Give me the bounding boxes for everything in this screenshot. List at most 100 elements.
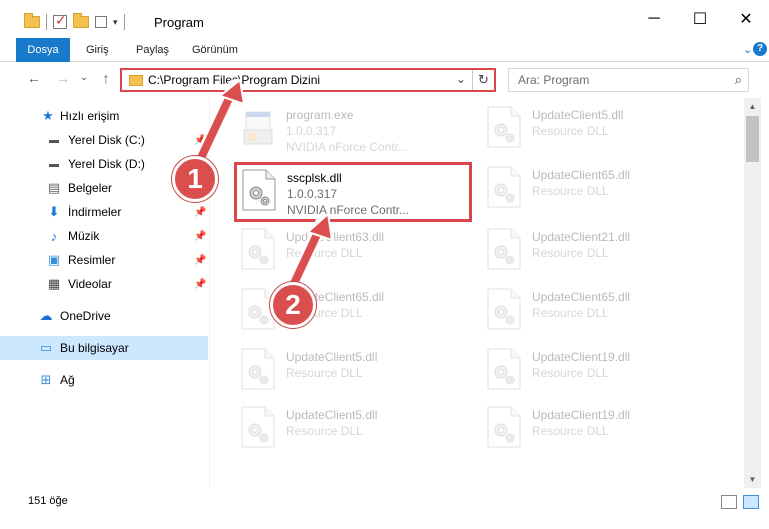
file-description: NVIDIA nForce Contr... bbox=[286, 140, 409, 154]
file-name: UpdateClient21.dll bbox=[532, 230, 631, 244]
quick-access-toolbar: ▾ bbox=[24, 12, 125, 32]
file-item-program-exe[interactable]: program.exe 1.0.0.317 NVIDIA nForce Cont… bbox=[236, 102, 466, 158]
file-item[interactable]: UpdateClient65.dll Resource DLL bbox=[482, 162, 712, 218]
file-item[interactable]: UpdateClient19.dll Resource DLL bbox=[482, 402, 712, 458]
up-button[interactable]: ↑ bbox=[96, 70, 116, 86]
tiles-view-icon[interactable] bbox=[743, 495, 759, 509]
title-bar: ▾ Program ─ ☐ ✕ bbox=[0, 0, 769, 38]
sidebar-item-label: Bu bilgisayar bbox=[60, 341, 129, 355]
sidebar-item-label: Resimler bbox=[68, 253, 116, 267]
sidebar-item-label: Müzik bbox=[68, 229, 100, 243]
file-type: Resource DLL bbox=[532, 124, 609, 138]
dll-file-icon bbox=[486, 228, 522, 270]
close-button[interactable]: ✕ bbox=[723, 0, 769, 38]
toolbar-divider bbox=[123, 14, 125, 30]
file-item[interactable]: UpdateClient19.dll Resource DLL bbox=[482, 344, 712, 400]
search-icon[interactable]: ⌕ bbox=[735, 72, 742, 88]
step-1-badge: 1 bbox=[172, 156, 218, 202]
sidebar-item-music[interactable]: ♪ Müzik 📌 bbox=[0, 224, 208, 248]
file-name: sscplsk.dll bbox=[287, 171, 342, 185]
properties-check-icon[interactable] bbox=[53, 12, 67, 29]
details-view-icon[interactable] bbox=[721, 495, 737, 509]
sidebar-item-local-disk-c[interactable]: ▬ Yerel Disk (C:) 📌 bbox=[0, 128, 208, 152]
sidebar-item-label: Ağ bbox=[60, 373, 75, 387]
refresh-icon[interactable]: ↻ bbox=[472, 70, 494, 90]
file-type: Resource DLL bbox=[286, 366, 363, 380]
file-type: Resource DLL bbox=[532, 246, 609, 260]
pin-icon: 📌 bbox=[194, 134, 207, 146]
sidebar-item-onedrive[interactable]: ☁ OneDrive bbox=[0, 304, 208, 328]
dll-file-icon bbox=[486, 406, 522, 448]
file-type: Resource DLL bbox=[532, 184, 609, 198]
back-button[interactable]: ← bbox=[24, 70, 44, 86]
file-name: UpdateClient5.dll bbox=[286, 350, 378, 364]
file-item[interactable]: UpdateClient63.dll Resource DLL bbox=[236, 224, 466, 280]
tab-paylas[interactable]: Paylaş bbox=[126, 38, 179, 62]
file-version: 1.0.0.317 bbox=[287, 187, 338, 201]
cloud-icon: ☁ bbox=[39, 308, 53, 323]
maximize-button[interactable]: ☐ bbox=[677, 0, 723, 38]
file-name: UpdateClient19.dll bbox=[532, 408, 631, 422]
file-item[interactable]: UpdateClient5.dll Resource DLL bbox=[236, 402, 466, 458]
customize-toolbar-dropdown-icon[interactable]: ▾ bbox=[113, 17, 118, 28]
file-item-sscplsk-dll[interactable]: sscplsk.dll 1.0.0.317 NVIDIA nForce Cont… bbox=[234, 162, 472, 222]
file-item[interactable]: UpdateClient5.dll Resource DLL bbox=[236, 344, 466, 400]
sidebar-item-videos[interactable]: ▦ Videolar 📌 bbox=[0, 272, 208, 296]
scrollbar-thumb[interactable] bbox=[746, 116, 759, 162]
view-switcher bbox=[721, 495, 759, 509]
view-properties-icon[interactable] bbox=[95, 16, 107, 28]
address-bar[interactable]: C:\Program Files\Program Dizini ⌄ ↻ bbox=[120, 68, 496, 92]
file-item[interactable]: UpdateClient65.dll Resource DLL bbox=[482, 284, 712, 340]
tab-gorunum[interactable]: Görünüm bbox=[182, 38, 248, 62]
recent-locations-chevron-icon[interactable]: ⌄ bbox=[74, 72, 94, 83]
pictures-icon: ▣ bbox=[47, 252, 61, 267]
sidebar-item-label: Hızlı erişim bbox=[60, 109, 120, 123]
sidebar-item-label: Yerel Disk (D:) bbox=[68, 157, 145, 171]
dll-file-icon bbox=[240, 348, 276, 390]
sidebar-item-label: Yerel Disk (C:) bbox=[68, 133, 145, 147]
help-icon[interactable]: ? bbox=[753, 42, 767, 56]
folder-icon bbox=[129, 75, 143, 86]
sidebar-item-pictures[interactable]: ▣ Resimler 📌 bbox=[0, 248, 208, 272]
step-2-badge: 2 bbox=[270, 282, 316, 328]
file-version: 1.0.0.317 bbox=[286, 124, 337, 138]
music-icon: ♪ bbox=[50, 228, 58, 244]
tab-giris[interactable]: Giriş bbox=[76, 38, 119, 62]
sidebar-item-downloads[interactable]: ⬇ İndirmeler 📌 bbox=[0, 200, 208, 224]
toolbar-divider bbox=[46, 14, 47, 30]
dll-file-icon bbox=[486, 166, 522, 208]
sidebar-item-label: Belgeler bbox=[68, 181, 113, 195]
folder-icon[interactable] bbox=[24, 13, 40, 28]
file-item[interactable]: UpdateClient21.dll Resource DLL bbox=[482, 224, 712, 280]
file-name: UpdateClient63.dll bbox=[286, 230, 385, 244]
forward-button[interactable]: → bbox=[53, 70, 73, 86]
navigation-bar: ← → ⌄ ↑ C:\Program Files\Program Dizini … bbox=[0, 62, 769, 98]
sidebar-item-network[interactable]: ⊞ Ağ bbox=[0, 368, 208, 392]
search-box[interactable]: Ara: Program ⌕ bbox=[508, 68, 749, 92]
file-type: Resource DLL bbox=[532, 306, 609, 320]
sidebar-item-this-pc[interactable]: ▭ Bu bilgisayar bbox=[0, 336, 208, 360]
navigation-pane: ★ Hızlı erişim ▬ Yerel Disk (C:) 📌 ▬ Yer… bbox=[0, 98, 210, 488]
scroll-up-arrow-icon[interactable]: ▲ bbox=[744, 98, 761, 115]
tab-dosya[interactable]: Dosya bbox=[16, 38, 70, 62]
file-name: UpdateClient65.dll bbox=[532, 290, 631, 304]
search-input[interactable]: Ara: Program bbox=[518, 73, 589, 87]
dll-file-icon bbox=[241, 169, 277, 211]
network-icon: ⊞ bbox=[40, 372, 52, 387]
sidebar-item-quick-access[interactable]: ★ Hızlı erişim bbox=[0, 104, 208, 128]
sidebar-item-label: İndirmeler bbox=[68, 205, 122, 219]
window-title: Program bbox=[154, 15, 204, 30]
address-history-chevron-icon[interactable]: ⌄ bbox=[456, 72, 466, 86]
computer-icon: ▭ bbox=[39, 340, 53, 355]
file-item[interactable]: UpdateClient5.dll Resource DLL bbox=[482, 102, 712, 158]
minimize-button[interactable]: ─ bbox=[631, 0, 677, 38]
window-controls: ─ ☐ ✕ bbox=[631, 0, 769, 38]
vertical-scrollbar[interactable]: ▲ ▼ bbox=[744, 98, 761, 488]
scroll-down-arrow-icon[interactable]: ▼ bbox=[744, 471, 761, 488]
ribbon-tabs: Dosya Giriş Paylaş Görünüm ⌄ ? bbox=[0, 38, 769, 62]
file-name: program.exe bbox=[286, 108, 354, 122]
star-icon: ★ bbox=[42, 108, 54, 123]
address-path[interactable]: C:\Program Files\Program Dizini bbox=[148, 73, 320, 87]
dll-file-icon bbox=[240, 406, 276, 448]
new-folder-icon[interactable] bbox=[73, 13, 89, 28]
